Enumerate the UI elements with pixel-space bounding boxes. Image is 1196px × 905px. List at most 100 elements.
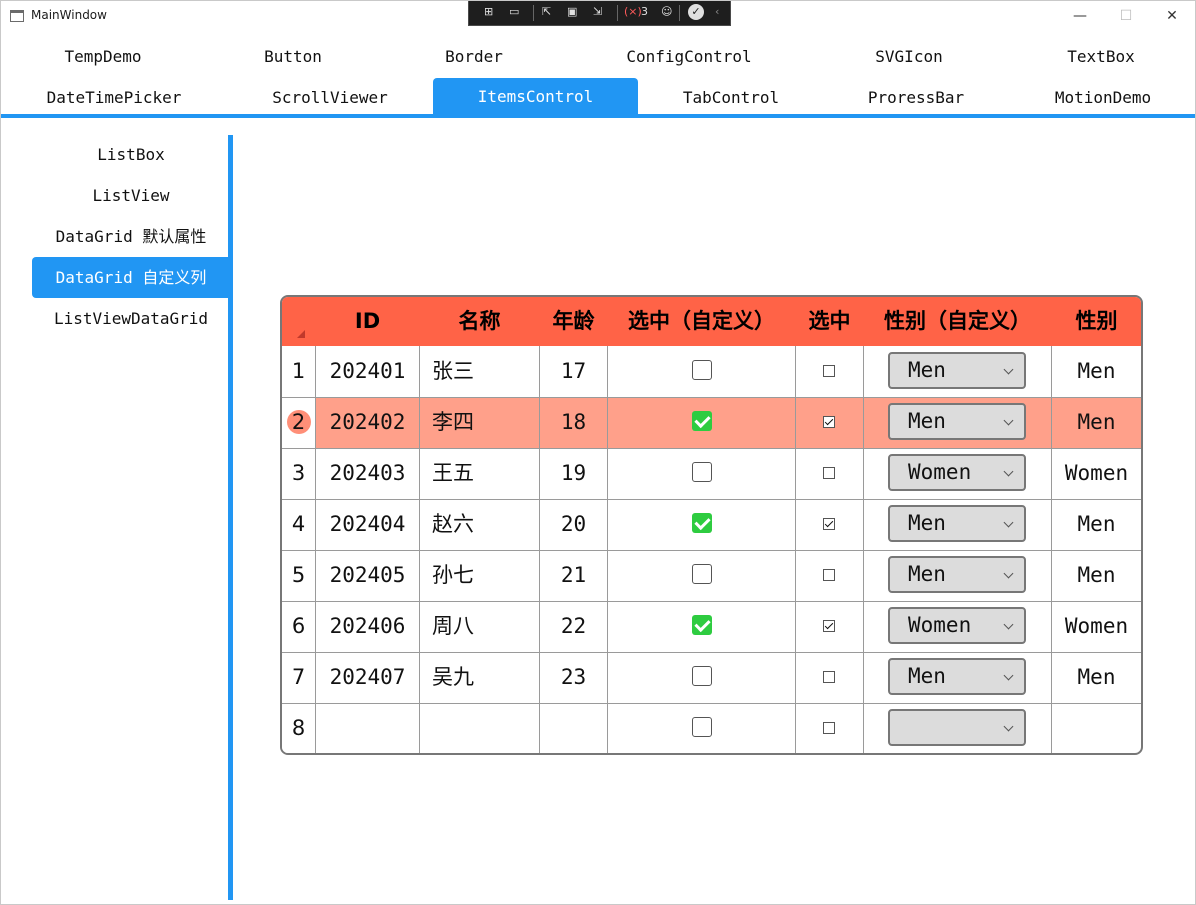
table-row[interactable]: 4 202404 赵六 20 Men Men [282,499,1141,550]
cell-age[interactable]: 17 [540,346,607,397]
column-header-name[interactable]: 名称 [420,297,539,346]
cell-id[interactable]: 202404 [316,499,419,550]
row-header[interactable]: 2 [282,397,315,448]
cell-name[interactable]: 吴九 [432,652,542,703]
cell-checked[interactable] [796,550,863,601]
cell-custom-gender[interactable]: Men [864,550,1051,601]
live-visual-tree-icon[interactable]: ⊞ [484,3,493,21]
select-all-corner[interactable] [297,330,305,338]
cell-checked[interactable] [796,703,863,753]
checkbox[interactable] [823,671,835,683]
custom-checkbox[interactable] [692,513,712,533]
cell-checked[interactable] [796,346,863,397]
cell-gender[interactable]: Men [1052,652,1141,703]
cell-custom-checked[interactable] [608,346,795,397]
custom-checkbox[interactable] [692,462,712,482]
check-icon[interactable]: ✓ [688,4,704,20]
table-row[interactable]: 2 202402 李四 18 Men Men [282,397,1141,448]
cell-custom-gender[interactable]: Women [864,601,1051,652]
sidebar-item-listviewdatagrid[interactable]: ListViewDataGrid [32,298,230,339]
cell-name[interactable]: 李四 [432,397,542,448]
gender-combobox[interactable]: Women [888,607,1026,644]
cell-age[interactable]: 22 [540,601,607,652]
tab-itemscontrol[interactable]: ItemsControl [433,78,638,116]
gender-combobox[interactable]: Men [888,505,1026,542]
cell-age[interactable]: 21 [540,550,607,601]
cell-id[interactable]: 202405 [316,550,419,601]
checkbox[interactable] [823,569,835,581]
table-row[interactable]: 7 202407 吴九 23 Men Men [282,652,1141,703]
sidebar-item-datagrid-custom[interactable]: DataGrid 自定义列 [32,257,230,298]
cell-age[interactable] [540,703,607,753]
cell-custom-gender[interactable]: Men [864,499,1051,550]
cell-name[interactable]: 赵六 [432,499,542,550]
gender-combobox[interactable]: Men [888,556,1026,593]
sidebar-item-listview[interactable]: ListView [32,175,230,216]
column-header-age[interactable]: 年龄 [540,297,607,346]
display-adorners-icon[interactable]: ▣ [567,3,577,21]
tab-tabcontrol[interactable]: TabControl [661,79,801,117]
row-header[interactable]: 7 [282,652,315,703]
sidebar-item-listbox[interactable]: ListBox [32,134,230,175]
accessibility-icon[interactable]: ☺ [661,3,672,21]
row-header[interactable]: 6 [282,601,315,652]
cell-gender[interactable]: Women [1052,448,1141,499]
cell-name[interactable]: 张三 [432,346,542,397]
gender-combobox[interactable]: Men [888,658,1026,695]
row-header[interactable]: 5 [282,550,315,601]
sidebar-item-datagrid-default[interactable]: DataGrid 默认属性 [32,216,230,257]
row-header[interactable]: 1 [282,346,315,397]
gender-combobox[interactable]: Men [888,352,1026,389]
cell-custom-checked[interactable] [608,499,795,550]
cell-checked[interactable] [796,448,863,499]
cell-id[interactable]: 202402 [316,397,419,448]
select-element-icon[interactable]: ⇱ [542,3,551,21]
table-row[interactable]: 3 202403 王五 19 Women Women [282,448,1141,499]
table-row[interactable]: 8 [282,703,1141,753]
table-row[interactable]: 6 202406 周八 22 Women Women [282,601,1141,652]
tab-textbox[interactable]: TextBox [1041,38,1161,76]
cell-gender[interactable] [1052,703,1141,753]
row-header[interactable]: 4 [282,499,315,550]
custom-checkbox[interactable] [692,717,712,737]
checkbox[interactable] [823,620,835,632]
cell-name[interactable]: 王五 [432,448,542,499]
tab-datetimepicker[interactable]: DateTimePicker [34,79,194,117]
tab-scrollviewer[interactable]: ScrollViewer [250,79,410,117]
tab-configcontrol[interactable]: ConfigControl [604,38,774,76]
tab-motiondemo[interactable]: MotionDemo [1033,79,1173,117]
collapse-chevron-icon[interactable]: ‹ [715,3,719,21]
cell-checked[interactable] [796,499,863,550]
cell-gender[interactable]: Women [1052,601,1141,652]
cell-name[interactable] [432,703,542,753]
cell-gender[interactable]: Men [1052,397,1141,448]
cell-age[interactable]: 23 [540,652,607,703]
cell-checked[interactable] [796,397,863,448]
cell-id[interactable]: 202403 [316,448,419,499]
checkbox[interactable] [823,518,835,530]
gender-combobox[interactable]: Women [888,454,1026,491]
cell-checked[interactable] [796,652,863,703]
row-header[interactable]: 3 [282,448,315,499]
custom-checkbox[interactable] [692,564,712,584]
cell-age[interactable]: 20 [540,499,607,550]
column-header-checked[interactable]: 选中 [796,297,863,346]
checkbox[interactable] [823,722,835,734]
table-row[interactable]: 5 202405 孙七 21 Men Men [282,550,1141,601]
close-button[interactable]: ✕ [1149,1,1195,31]
record-icon[interactable]: ▭ [509,3,519,21]
cell-id[interactable] [316,703,419,753]
cell-custom-gender[interactable] [864,703,1051,753]
cell-age[interactable]: 18 [540,397,607,448]
tab-button[interactable]: Button [233,38,353,76]
column-header-custom-checked[interactable]: 选中（自定义） [608,297,795,346]
checkbox[interactable] [823,416,835,428]
table-row[interactable]: 1 202401 张三 17 Men Men [282,346,1141,397]
custom-checkbox[interactable] [692,360,712,380]
tab-border[interactable]: Border [414,38,534,76]
cell-gender[interactable]: Men [1052,499,1141,550]
track-focus-icon[interactable]: ⇲ [593,3,602,21]
tab-proressbar[interactable]: ProressBar [851,79,981,117]
cell-gender[interactable]: Men [1052,346,1141,397]
cell-custom-gender[interactable]: Men [864,652,1051,703]
